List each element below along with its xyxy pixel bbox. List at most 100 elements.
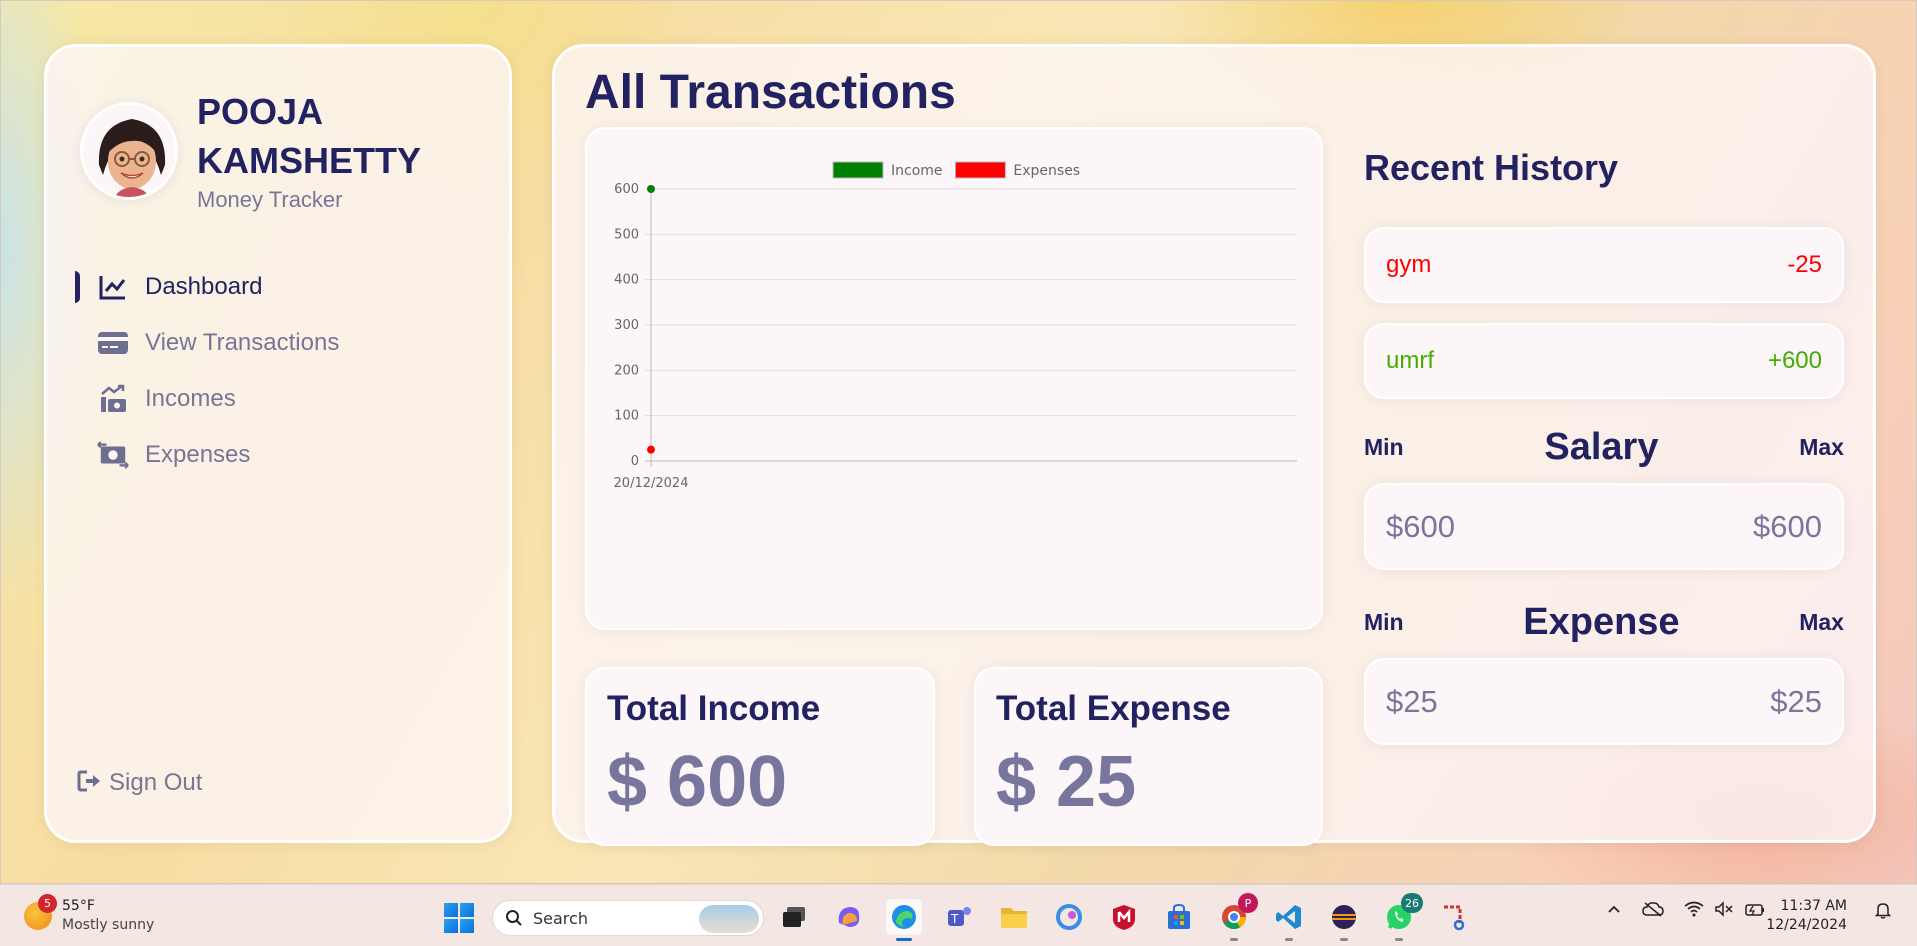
nav-menu: Dashboard View Transactions Incomes Expe… bbox=[75, 259, 485, 483]
nav-item-view-transactions[interactable]: View Transactions bbox=[75, 315, 485, 371]
main-panel: All Transactions 0 100 200 300 400 500 600 20/1… bbox=[552, 44, 1876, 846]
chrome-profile-badge: P bbox=[1238, 893, 1258, 913]
eclipse-icon[interactable] bbox=[1326, 899, 1362, 941]
vscode-icon[interactable] bbox=[1271, 899, 1307, 941]
y-tick-label: 200 bbox=[614, 363, 639, 378]
nav-item-dashboard[interactable]: Dashboard bbox=[75, 259, 485, 315]
expense-max-label: Max bbox=[1799, 608, 1844, 635]
legend-label: Expenses bbox=[1013, 163, 1080, 179]
page-title: All Transactions bbox=[585, 66, 956, 119]
credit-card-icon bbox=[97, 327, 129, 359]
expense-range-header: Min Expense Max bbox=[1364, 594, 1844, 650]
weather-desc: Mostly sunny bbox=[62, 917, 155, 933]
legend-swatch bbox=[954, 161, 1006, 179]
nav-item-label: Incomes bbox=[145, 385, 236, 412]
mcafee-icon[interactable] bbox=[1106, 899, 1142, 935]
y-tick-label: 0 bbox=[631, 454, 639, 469]
salary-max-value: $600 bbox=[1753, 508, 1822, 544]
salary-title: Salary bbox=[1544, 425, 1659, 468]
salary-min-label: Min bbox=[1364, 433, 1404, 460]
sign-out-icon bbox=[77, 770, 103, 796]
expense-range-box: $25 $25 bbox=[1364, 658, 1844, 745]
chevron-up-icon[interactable] bbox=[1606, 901, 1622, 921]
battery-icon[interactable] bbox=[1744, 901, 1766, 921]
legend-swatch bbox=[832, 161, 884, 179]
weather-sun-icon: 5 bbox=[24, 894, 57, 930]
avatar-image bbox=[83, 105, 175, 197]
weather-temp: 55°F bbox=[62, 898, 95, 914]
x-tick-label: 20/12/2024 bbox=[614, 476, 689, 491]
recent-history: Recent History gym -25 umrf +600 Min Sal… bbox=[1364, 147, 1844, 769]
user-subtitle: Money Tracker bbox=[197, 187, 343, 212]
recent-history-title: Recent History bbox=[1364, 147, 1619, 188]
transactions-chart: 0 100 200 300 400 500 600 20/12/2024 Income Expen… bbox=[585, 127, 1323, 630]
whatsapp-badge: 26 bbox=[1401, 893, 1423, 913]
wifi-icon[interactable] bbox=[1684, 901, 1704, 921]
user-name: POOJA KAMSHETTY bbox=[197, 91, 421, 181]
clock-time: 11:37 AM bbox=[1780, 898, 1847, 914]
nav-item-incomes[interactable]: Incomes bbox=[75, 371, 485, 427]
weather-badge: 5 bbox=[38, 894, 57, 913]
chrome-icon[interactable]: P bbox=[1216, 893, 1258, 941]
notification-bell-icon[interactable] bbox=[1874, 901, 1892, 923]
data-point bbox=[647, 445, 655, 454]
copilot-icon[interactable] bbox=[831, 899, 867, 935]
teams-icon[interactable]: T bbox=[941, 899, 977, 935]
total-income-label: Total Income bbox=[607, 689, 821, 728]
nav-item-label: View Transactions bbox=[145, 329, 340, 356]
snipping-tool-icon[interactable] bbox=[1436, 899, 1472, 935]
expense-min-label: Min bbox=[1364, 608, 1404, 635]
y-tick-label: 300 bbox=[614, 318, 639, 333]
salary-range-header: Min Salary Max bbox=[1364, 419, 1844, 475]
search-highlight-image bbox=[699, 905, 759, 933]
money-bill-transfer-icon bbox=[97, 439, 129, 471]
expense-max-value: $25 bbox=[1770, 683, 1822, 719]
whatsapp-icon[interactable]: 26 bbox=[1381, 893, 1423, 941]
total-income-value: $ 600 bbox=[607, 742, 788, 822]
chart-line-icon bbox=[97, 271, 129, 303]
weather-widget[interactable]: 5 55°F Mostly sunny bbox=[24, 894, 155, 935]
salary-range-box: $600 $600 bbox=[1364, 483, 1844, 570]
total-expense-card: Total Expense $ 25 bbox=[974, 667, 1323, 846]
salary-max-label: Max bbox=[1799, 433, 1844, 460]
money-bill-trend-up-icon bbox=[97, 383, 129, 415]
total-expense-value: $ 25 bbox=[996, 742, 1137, 822]
salary-min-value: $600 bbox=[1386, 508, 1455, 544]
avatar bbox=[80, 102, 178, 200]
task-view-icon[interactable] bbox=[776, 899, 812, 935]
y-tick-label: 600 bbox=[614, 182, 639, 197]
sign-out-label: Sign Out bbox=[109, 769, 203, 796]
history-item-amount: +600 bbox=[1767, 347, 1822, 374]
onedrive-icon[interactable] bbox=[1642, 901, 1664, 921]
total-income-card: Total Income $ 600 bbox=[585, 667, 935, 846]
search-label: Search bbox=[533, 908, 588, 928]
sign-out-button[interactable]: Sign Out bbox=[77, 769, 202, 797]
taskbar-search[interactable]: Search bbox=[492, 900, 764, 936]
photos-app-icon[interactable] bbox=[1051, 899, 1087, 935]
history-item-amount: -25 bbox=[1787, 251, 1822, 278]
y-tick-label: 400 bbox=[614, 273, 639, 288]
legend-label: Income bbox=[891, 163, 943, 179]
total-expense-label: Total Expense bbox=[996, 689, 1231, 728]
edge-browser-icon[interactable] bbox=[886, 899, 922, 941]
nav-item-expenses[interactable]: Expenses bbox=[75, 427, 485, 483]
microsoft-store-icon[interactable] bbox=[1161, 899, 1197, 935]
data-point bbox=[647, 185, 655, 193]
history-item[interactable]: gym -25 bbox=[1364, 227, 1844, 303]
windows-taskbar: 5 55°F Mostly sunny Search T P 26 11:37 … bbox=[0, 884, 1917, 946]
taskbar-clock[interactable]: 11:37 AM 12/24/2024 bbox=[1766, 897, 1847, 935]
expense-title: Expense bbox=[1523, 600, 1680, 643]
expense-min-value: $25 bbox=[1386, 683, 1438, 719]
clock-date: 12/24/2024 bbox=[1766, 917, 1847, 933]
start-button[interactable] bbox=[444, 903, 474, 933]
search-icon bbox=[506, 910, 522, 926]
history-item[interactable]: umrf +600 bbox=[1364, 323, 1844, 399]
history-item-title: gym bbox=[1386, 251, 1432, 278]
y-tick-label: 500 bbox=[614, 227, 639, 242]
line-chart: 0 100 200 300 400 500 600 20/12/2024 Income Expen… bbox=[614, 161, 1297, 491]
sidebar: POOJA KAMSHETTY Money Tracker Dashboard … bbox=[44, 44, 512, 843]
history-item-title: umrf bbox=[1386, 347, 1434, 374]
volume-muted-icon[interactable] bbox=[1714, 901, 1734, 921]
file-explorer-icon[interactable] bbox=[996, 899, 1032, 935]
app-window: POOJA KAMSHETTY Money Tracker Dashboard … bbox=[0, 0, 1917, 891]
